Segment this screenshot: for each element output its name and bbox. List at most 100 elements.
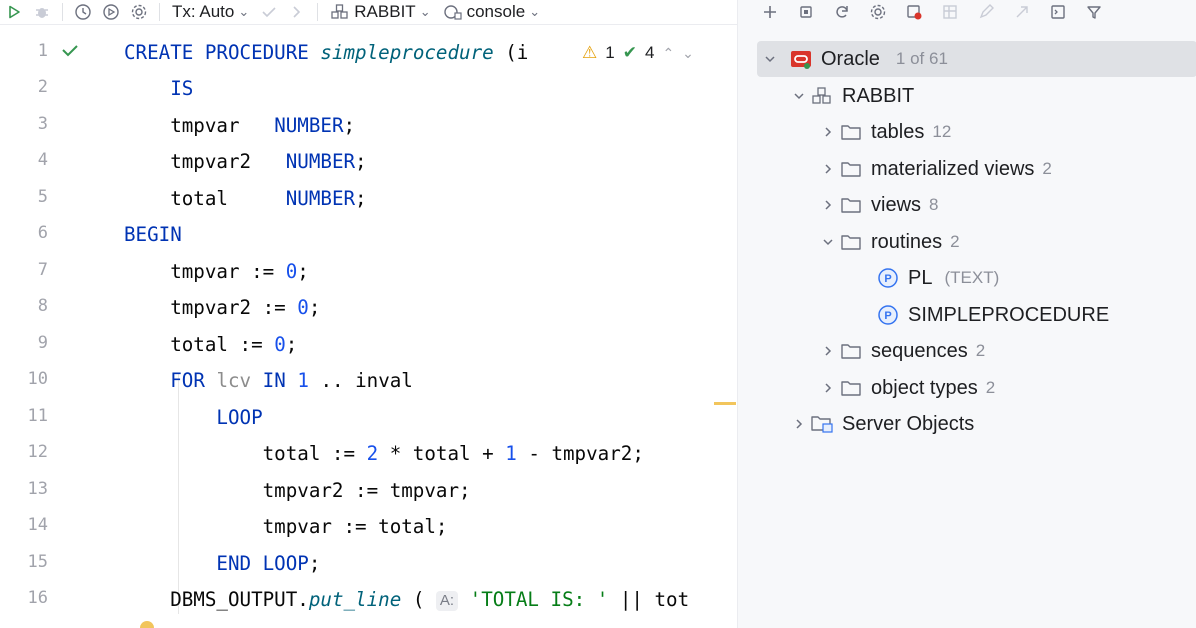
tree-item-label: PL xyxy=(908,266,933,289)
commit-icon[interactable] xyxy=(255,1,283,23)
tree-item-routine-pl[interactable]: P PL (TEXT) xyxy=(876,260,999,296)
console-open-icon[interactable] xyxy=(1042,1,1074,23)
code-line-4: tmpvar2 NUMBER; xyxy=(124,150,367,173)
chevron-right-icon[interactable] xyxy=(817,199,839,211)
chevron-down-icon[interactable] xyxy=(788,90,810,102)
gear-icon[interactable] xyxy=(862,1,894,23)
code-line-1: CREATE PROCEDURE simpleprocedure (i xyxy=(124,41,529,64)
tree-item-routines[interactable]: routines 2 xyxy=(817,224,960,260)
tree-item-count: 2 xyxy=(950,232,960,251)
folder-icon xyxy=(839,193,863,217)
run-icon[interactable] xyxy=(0,1,28,23)
code-line-12: total := 2 * total + 1 - tmpvar2; xyxy=(124,442,644,465)
code-line-16: DBMS_OUTPUT.put_line ( A: 'TOTAL IS: ' |… xyxy=(124,588,690,611)
filter-icon[interactable] xyxy=(1078,1,1110,23)
line-number: 15 xyxy=(27,552,48,572)
line-number: 8 xyxy=(37,296,48,316)
tree-item-routine-simpleprocedure[interactable]: P SIMPLEPROCEDURE xyxy=(876,297,1109,333)
edit-icon[interactable] xyxy=(970,1,1002,23)
code-line-14: tmpvar := total; xyxy=(124,515,448,538)
code-line-15: END LOOP; xyxy=(216,552,321,575)
console-label: console xyxy=(466,2,526,21)
tree-item-label: RABBIT xyxy=(842,84,915,107)
code-line-2: IS xyxy=(170,77,194,100)
ok-count: 4 xyxy=(644,43,655,62)
tree-item-label: routines xyxy=(871,230,943,253)
code-line-11: LOOP xyxy=(216,406,263,429)
tree-item-rabbit[interactable]: RABBIT xyxy=(788,78,914,114)
sql-editor[interactable]: Tx: Auto ⌄ RABBIT ⌄ console ⌄ 1 2 3 4 5 … xyxy=(0,0,737,628)
tree-item-label: sequences xyxy=(871,339,968,362)
tree-item-label: object types xyxy=(871,376,978,399)
schema-icon xyxy=(330,3,350,21)
table-icon[interactable] xyxy=(934,1,966,23)
tree-item-count: 12 xyxy=(932,122,952,141)
chevron-right-icon[interactable] xyxy=(788,418,810,430)
svg-text:P: P xyxy=(884,310,891,322)
history-icon[interactable] xyxy=(69,1,97,23)
chevron-down-icon[interactable] xyxy=(817,236,839,248)
inspection-widget[interactable]: ⚠ 1 ✔ 4 ⌃ ⌄ xyxy=(576,40,700,66)
code-line-10: FOR lcv IN 1 .. inval xyxy=(170,369,413,392)
line-number: 9 xyxy=(37,333,48,353)
chevron-down-icon[interactable]: ⌄ xyxy=(682,45,694,62)
add-icon[interactable] xyxy=(754,1,786,23)
database-explorer: Oracle 1 of 61 RABBIT tables 12 material… xyxy=(737,0,1196,628)
line-number: 11 xyxy=(27,406,48,426)
code-area[interactable]: CREATE PROCEDURE simpleprocedure (i IS t… xyxy=(124,34,737,628)
line-number: 16 xyxy=(27,588,48,608)
check-icon: ✔ xyxy=(622,43,637,62)
debug-icon[interactable] xyxy=(28,1,56,23)
line-number: 1 xyxy=(37,41,48,61)
tree-item-object-types[interactable]: object types 2 xyxy=(817,370,995,406)
schema-icon xyxy=(810,84,834,108)
transaction-mode-label: Tx: Auto xyxy=(172,2,235,21)
tree-item-oracle[interactable]: Oracle 1 of 61 xyxy=(757,41,1196,77)
line-number: 5 xyxy=(37,187,48,207)
tree-item-count: 8 xyxy=(929,195,939,214)
scrollbar-warning-marker[interactable] xyxy=(714,402,736,405)
procedure-icon: P xyxy=(876,266,900,290)
rollback-icon[interactable] xyxy=(283,1,311,23)
intention-bulb-icon[interactable] xyxy=(140,621,154,628)
tree-item-sequences[interactable]: sequences 2 xyxy=(817,333,985,369)
chevron-right-icon[interactable] xyxy=(817,382,839,394)
folder-icon xyxy=(839,230,863,254)
parameter-hint: A: xyxy=(435,590,459,611)
jump-to-icon[interactable] xyxy=(1006,1,1038,23)
chevron-down-icon[interactable] xyxy=(759,53,781,65)
datasource-properties-icon[interactable] xyxy=(898,1,930,23)
explain-plan-icon[interactable] xyxy=(97,1,125,23)
chevron-up-icon[interactable]: ⌃ xyxy=(662,45,674,62)
schema-dropdown[interactable]: RABBIT ⌄ xyxy=(324,2,436,22)
line-number: 13 xyxy=(27,479,48,499)
settings-icon[interactable] xyxy=(125,1,153,23)
tree-item-tables[interactable]: tables 12 xyxy=(817,114,951,150)
console-icon xyxy=(443,3,463,21)
copy-icon[interactable] xyxy=(790,1,822,23)
chevron-right-icon[interactable] xyxy=(817,163,839,175)
code-line-7: tmpvar := 0; xyxy=(124,260,309,283)
folder-icon xyxy=(839,339,863,363)
refresh-icon[interactable] xyxy=(826,1,858,23)
line-number: 3 xyxy=(37,114,48,134)
transaction-mode-dropdown[interactable]: Tx: Auto ⌄ xyxy=(166,2,255,22)
chevron-down-icon: ⌄ xyxy=(238,4,250,19)
folder-icon xyxy=(839,120,863,144)
chevron-right-icon[interactable] xyxy=(817,345,839,357)
tree-item-views[interactable]: views 8 xyxy=(817,187,938,223)
schema-label: RABBIT xyxy=(354,2,416,21)
code-line-3: tmpvar NUMBER; xyxy=(124,114,356,137)
tree-item-count: 2 xyxy=(975,341,986,360)
tree-item-materialized-views[interactable]: materialized views 2 xyxy=(817,151,1052,187)
tree-item-label: tables xyxy=(871,120,925,143)
chevron-right-icon[interactable] xyxy=(817,126,839,138)
tree-item-server-objects[interactable]: Server Objects xyxy=(788,406,974,442)
folder-icon xyxy=(839,157,863,181)
code-line-9: total := 0; xyxy=(124,333,298,356)
execution-success-icon xyxy=(60,40,80,60)
console-dropdown[interactable]: console ⌄ xyxy=(437,2,547,22)
line-number: 2 xyxy=(37,77,48,97)
tree-item-count: 1 of 61 xyxy=(895,49,948,68)
line-number: 7 xyxy=(37,260,48,280)
